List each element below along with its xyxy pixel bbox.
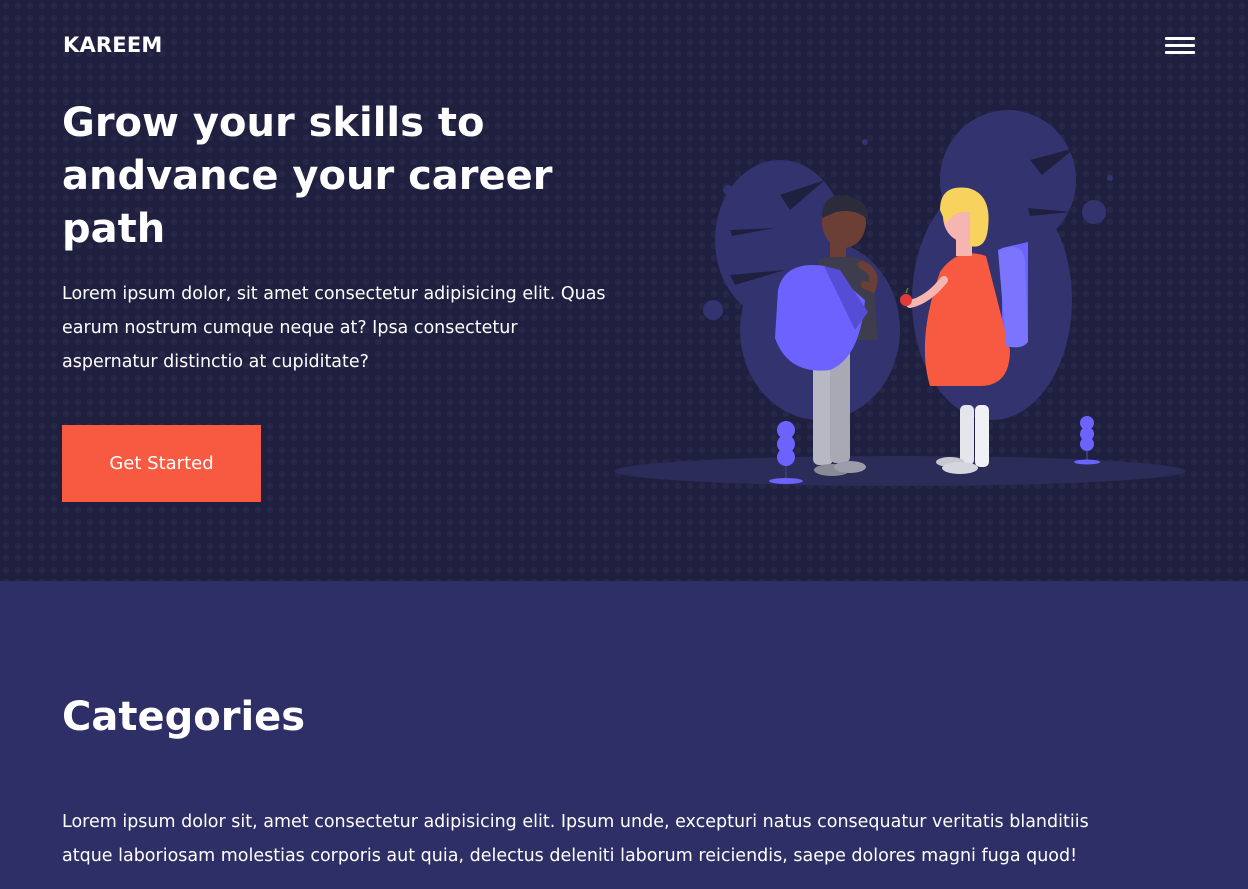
hero-description: Lorem ipsum dolor, sit amet consectetur … [62, 284, 606, 372]
ground-shadow [615, 456, 1185, 486]
brand-logo[interactable]: KAREEM [63, 33, 162, 57]
menu-bar [1165, 51, 1195, 54]
plant-right [1074, 416, 1100, 465]
categories-description: Lorem ipsum dolor sit, amet consectetur … [62, 812, 1089, 866]
categories-title: Categories [62, 694, 306, 740]
categories-section: Categories Lorem ipsum dolor sit, amet c… [0, 581, 1248, 889]
get-started-button[interactable]: Get Started [62, 425, 261, 502]
students-with-backpacks-illustration [615, 110, 1185, 486]
hamburger-menu-icon[interactable] [1160, 34, 1198, 58]
menu-bar [1165, 44, 1195, 47]
hero-section: KAREEM Grow your skills to andvance your… [0, 0, 1248, 581]
menu-bar [1165, 37, 1195, 40]
hero-title: Grow your skills to andvance your career… [62, 100, 553, 252]
